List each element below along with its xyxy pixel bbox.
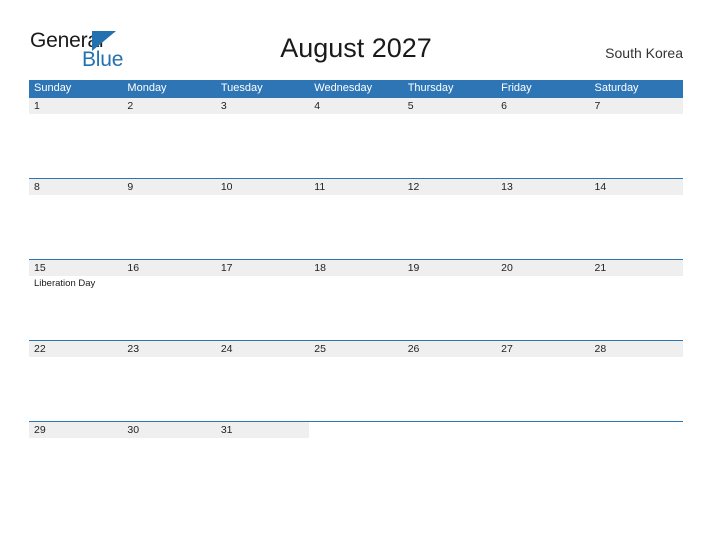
day-events-empty xyxy=(496,438,589,502)
weekday-friday: Friday xyxy=(501,82,532,94)
day-events[interactable] xyxy=(309,114,402,178)
calendar-page: General Blue August 2027 South Korea Sun… xyxy=(0,0,712,550)
day-events[interactable] xyxy=(122,195,215,259)
day-number[interactable]: 20 xyxy=(496,260,589,276)
day-events[interactable] xyxy=(496,195,589,259)
day-number[interactable]: 31 xyxy=(216,422,309,438)
day-events[interactable] xyxy=(29,438,122,502)
day-number[interactable]: 11 xyxy=(309,179,402,195)
week-event-band xyxy=(29,114,683,178)
day-number[interactable]: 16 xyxy=(122,260,215,276)
page-header: General Blue August 2027 South Korea xyxy=(0,0,712,80)
weekday-thursday: Thursday xyxy=(407,82,454,94)
day-events[interactable] xyxy=(29,195,122,259)
day-events[interactable] xyxy=(122,276,215,340)
day-events[interactable] xyxy=(216,438,309,502)
week-row: 1 2 3 4 5 6 7 xyxy=(29,97,683,178)
day-number[interactable]: 13 xyxy=(496,179,589,195)
week-row: 8 9 10 11 12 13 14 xyxy=(29,178,683,259)
day-events[interactable] xyxy=(122,438,215,502)
day-events[interactable] xyxy=(403,357,496,421)
day-events[interactable] xyxy=(496,357,589,421)
day-number[interactable]: 27 xyxy=(496,341,589,357)
day-events-empty xyxy=(403,438,496,502)
day-events[interactable] xyxy=(403,276,496,340)
day-number[interactable]: 24 xyxy=(216,341,309,357)
weekday-sunday: Sunday xyxy=(34,82,72,94)
day-number[interactable]: 21 xyxy=(590,260,683,276)
day-number-empty xyxy=(309,422,403,438)
day-number[interactable]: 7 xyxy=(590,98,683,114)
weekday-tuesday: Tuesday xyxy=(220,82,263,94)
day-number-empty xyxy=(589,422,683,438)
weekday-wednesday: Wednesday xyxy=(314,82,373,94)
calendar-event[interactable]: Liberation Day xyxy=(34,278,122,290)
day-events[interactable] xyxy=(29,357,122,421)
week-date-band: 1 2 3 4 5 6 7 xyxy=(29,97,683,114)
day-events[interactable] xyxy=(590,276,683,340)
day-number[interactable]: 30 xyxy=(122,422,215,438)
week-date-band: 29 30 31 xyxy=(29,421,683,438)
day-events[interactable] xyxy=(590,357,683,421)
week-event-band xyxy=(29,357,683,421)
week-event-band xyxy=(29,438,683,502)
week-date-band: 8 9 10 11 12 13 14 xyxy=(29,178,683,195)
day-number[interactable]: 5 xyxy=(403,98,496,114)
day-number[interactable]: 8 xyxy=(29,179,122,195)
day-number[interactable]: 10 xyxy=(216,179,309,195)
day-number[interactable]: 18 xyxy=(309,260,402,276)
day-number[interactable]: 6 xyxy=(496,98,589,114)
day-events[interactable] xyxy=(590,114,683,178)
day-number[interactable]: 19 xyxy=(403,260,496,276)
region-label: South Korea xyxy=(605,45,683,61)
day-events[interactable] xyxy=(403,114,496,178)
day-number[interactable]: 14 xyxy=(590,179,683,195)
day-events[interactable] xyxy=(216,114,309,178)
day-number[interactable]: 23 xyxy=(122,341,215,357)
day-events[interactable] xyxy=(309,195,402,259)
day-number-empty xyxy=(496,422,590,438)
day-events[interactable] xyxy=(309,357,402,421)
week-row: 22 23 24 25 26 27 28 xyxy=(29,340,683,421)
day-events[interactable]: Liberation Day xyxy=(29,276,122,340)
day-events-empty xyxy=(309,438,402,502)
week-event-band xyxy=(29,195,683,259)
day-number[interactable]: 26 xyxy=(403,341,496,357)
day-number[interactable]: 9 xyxy=(122,179,215,195)
day-number[interactable]: 2 xyxy=(122,98,215,114)
day-events[interactable] xyxy=(122,114,215,178)
calendar-grid: Sunday Monday Tuesday Wednesday Thursday… xyxy=(29,80,683,502)
weekday-header-row: Sunday Monday Tuesday Wednesday Thursday… xyxy=(29,80,683,97)
weekday-saturday: Saturday xyxy=(594,82,639,94)
day-events[interactable] xyxy=(309,276,402,340)
week-event-band: Liberation Day xyxy=(29,276,683,340)
week-row: 29 30 31 xyxy=(29,421,683,502)
day-number-empty xyxy=(402,422,497,438)
day-number[interactable]: 1 xyxy=(29,98,122,114)
day-number[interactable]: 25 xyxy=(309,341,402,357)
day-events[interactable] xyxy=(403,195,496,259)
week-date-band: 22 23 24 25 26 27 28 xyxy=(29,340,683,357)
day-events[interactable] xyxy=(216,357,309,421)
day-events[interactable] xyxy=(590,195,683,259)
weekday-monday: Monday xyxy=(127,82,167,94)
week-row: 15 16 17 18 19 20 21 Liberation Day xyxy=(29,259,683,340)
day-number[interactable]: 3 xyxy=(216,98,309,114)
day-events[interactable] xyxy=(122,357,215,421)
day-number[interactable]: 28 xyxy=(590,341,683,357)
day-events[interactable] xyxy=(216,276,309,340)
day-number[interactable]: 15 xyxy=(29,260,122,276)
week-date-band: 15 16 17 18 19 20 21 xyxy=(29,259,683,276)
day-events-empty xyxy=(590,438,683,502)
day-events[interactable] xyxy=(496,114,589,178)
day-events[interactable] xyxy=(216,195,309,259)
day-number[interactable]: 4 xyxy=(309,98,402,114)
day-events[interactable] xyxy=(29,114,122,178)
day-number[interactable]: 22 xyxy=(29,341,122,357)
day-number[interactable]: 29 xyxy=(29,422,122,438)
day-events[interactable] xyxy=(496,276,589,340)
day-number[interactable]: 17 xyxy=(216,260,309,276)
day-number[interactable]: 12 xyxy=(403,179,496,195)
